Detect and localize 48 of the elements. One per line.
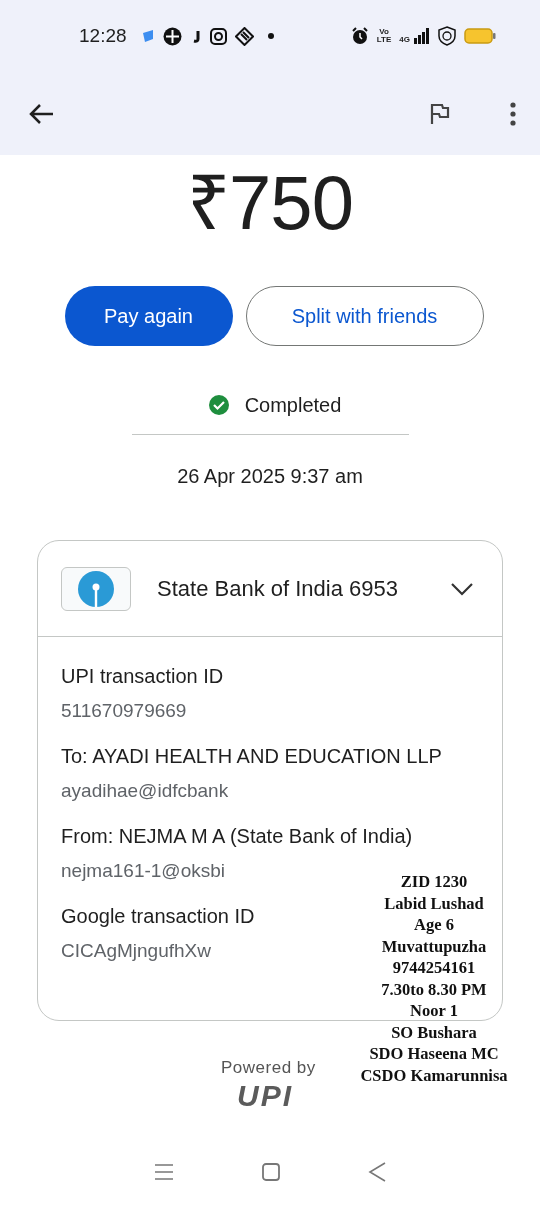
field-label: To: AYADI HEALTH AND EDUCATION LLP bbox=[61, 744, 442, 769]
date-time-text: 26 Apr 2025 9:37 am bbox=[176, 464, 364, 489]
note-line: ZID 1230 bbox=[399, 871, 469, 893]
back-icon[interactable] bbox=[368, 1162, 386, 1182]
app-icon bbox=[234, 26, 254, 46]
field-value: ayadihae@idfcbank bbox=[61, 779, 229, 803]
menu-icon[interactable] bbox=[154, 1163, 174, 1181]
field-label: UPI transaction ID bbox=[61, 664, 224, 689]
bank-selector[interactable]: State Bank of India 6953 bbox=[38, 541, 502, 637]
amount-text: ₹750 bbox=[186, 165, 354, 241]
bank-logo-icon bbox=[78, 570, 114, 607]
field-value: CICAgMjngufhXw bbox=[61, 939, 211, 963]
note-line: 7.30to 8.30 PM bbox=[380, 978, 488, 1000]
field-value: 511670979669 bbox=[61, 699, 187, 723]
more-options-icon[interactable] bbox=[510, 101, 516, 126]
status-text: Completed bbox=[244, 393, 342, 418]
app-icon bbox=[140, 29, 155, 43]
camera-icon bbox=[209, 27, 227, 45]
battery-icon bbox=[464, 28, 496, 44]
field-value: nejma161-1@oksbi bbox=[61, 859, 225, 883]
network-label: Vo bbox=[378, 28, 390, 36]
app-icon bbox=[162, 26, 182, 46]
note-line: Noor 1 bbox=[409, 1000, 459, 1022]
powered-by-text: Powered by bbox=[221, 1057, 316, 1079]
home-icon[interactable] bbox=[262, 1163, 280, 1181]
note-line: Muvattupuzha bbox=[380, 935, 488, 957]
note-line: Age 6 bbox=[413, 914, 455, 936]
shield-icon bbox=[438, 26, 456, 46]
alarm-icon bbox=[350, 27, 369, 45]
back-arrow-icon[interactable] bbox=[28, 102, 54, 125]
note-line: SDO Haseena MC bbox=[368, 1043, 500, 1065]
note-line: Labid Lushad bbox=[383, 892, 485, 914]
note-line: SO Bushara bbox=[390, 1021, 478, 1043]
bank-name: State Bank of India 6953 bbox=[157, 575, 398, 603]
dot-icon bbox=[267, 33, 274, 39]
network-label: 4G bbox=[399, 36, 410, 44]
field-label: From: NEJMA M A (State Bank of India) bbox=[61, 824, 413, 849]
clock-time: 12:28 bbox=[79, 23, 127, 48]
signal-icon bbox=[414, 28, 430, 44]
split-button[interactable]: Split with friends bbox=[245, 286, 484, 346]
network-label: LTE bbox=[376, 36, 392, 44]
field-label: Google transaction ID bbox=[61, 904, 255, 929]
flag-icon[interactable] bbox=[430, 102, 450, 125]
chevron-down-icon bbox=[450, 581, 474, 596]
upi-logo: UPI bbox=[237, 1080, 294, 1111]
note-line: 9744254161 bbox=[391, 957, 477, 979]
pay-again-button[interactable]: Pay again bbox=[64, 286, 233, 346]
note-line: CSDO Kamarunnisa bbox=[359, 1064, 509, 1086]
